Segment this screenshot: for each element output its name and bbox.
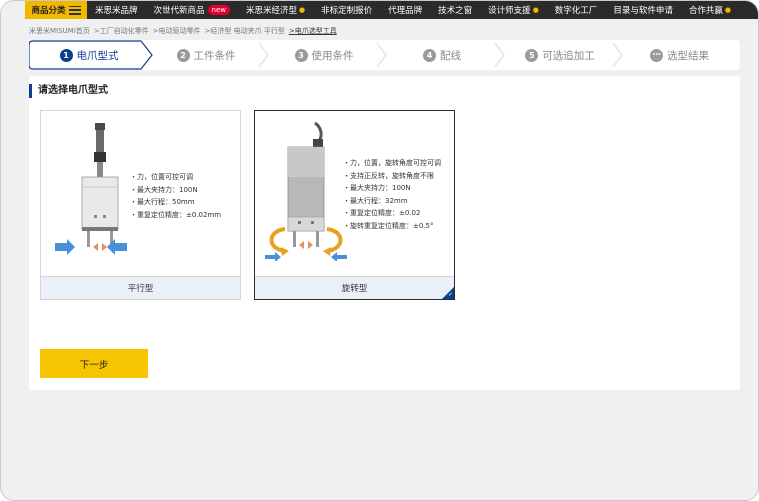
section-title: 请选择电爪型式 (29, 84, 108, 98)
dropdown-dot-icon: ● (532, 6, 539, 14)
spec-item: ・力，位置可控可调 (130, 173, 193, 181)
app-window: 商品分类 米思米品牌 次世代新商品 new 米思米经济型 ● 非标定制报价 代理品牌… (0, 0, 759, 501)
dropdown-dot-icon: ● (299, 6, 306, 14)
gripper-option-parallel[interactable]: ・力，位置可控可调 ・最大夹持力：100N ・最大行程：50mm ・重复定位精度… (40, 110, 241, 300)
step-1-gripper-type[interactable]: 1 电爪型式 (29, 40, 149, 70)
nav-item-catalog-software[interactable]: 目录与软件申请 (605, 1, 681, 19)
step-3-usage-conditions[interactable]: 3 使用条件 (265, 40, 383, 70)
spec-list: ・力，位置，旋转角度可控可调 ・支持正反转，旋转角度不限 ・最大夹持力：100N… (343, 157, 441, 232)
category-menu-button[interactable]: 商品分类 (25, 1, 87, 19)
breadcrumb-fa-parts[interactable]: >工厂自动化零件 (94, 26, 149, 36)
nav-item-label: 非标定制报价 (321, 6, 373, 16)
gripper-option-rotary[interactable]: ・力，位置，旋转角度可控可调 ・支持正反转，旋转角度不限 ・最大夹持力：100N… (254, 110, 455, 300)
nav-item-economy[interactable]: 米思米经济型 ● (238, 1, 313, 19)
nav-item-label: 设计师支援 (488, 6, 531, 16)
breadcrumb-gripper-parallel[interactable]: >经济型 电动夹爪 平行型 (205, 26, 285, 36)
spec-item: ・最大夹持力：100N (130, 185, 198, 194)
step-number-badge: 1 (59, 48, 73, 62)
nav-item-label: 米思米经济型 (246, 6, 298, 16)
step-2-workpiece-conditions[interactable]: 2 工件条件 (147, 40, 265, 70)
next-step-button[interactable]: 下一步 (40, 349, 148, 378)
spec-item: ・支持正反转，旋转角度不限 (343, 171, 434, 180)
nav-item-designer-support[interactable]: 设计师支援 ● (480, 1, 547, 19)
dropdown-dot-icon: ● (724, 6, 731, 14)
breadcrumb: 米思米MISUMI首页 >工厂自动化零件 >电动驱动零件 >经济型 电动夹爪 平… (29, 26, 337, 36)
spec-item: ・最大夹持力：100N (343, 184, 411, 192)
nav-item-label: 技术之窗 (438, 6, 473, 16)
step-label: 工件条件 (193, 49, 236, 62)
spec-item: ・重复定位精度：±0.02 (343, 209, 421, 217)
checkmark-icon: ✓ (447, 291, 453, 298)
category-label: 商品分类 (31, 6, 66, 16)
step-number-badge: 2 (176, 48, 190, 62)
main-panel: 请选择电爪型式 ・力，位置可控可调 ・最大夹持力：100N ・最大行程：50mm… (29, 76, 740, 390)
spec-item: ・最大行程：50mm (130, 198, 195, 206)
nav-item-agent-brands[interactable]: 代理品牌 (380, 1, 430, 19)
breadcrumb-home[interactable]: 米思米MISUMI首页 (29, 26, 90, 36)
step-5-optional-processing[interactable]: 5 可选追加工 (501, 40, 619, 70)
spec-item: ・力，位置，旋转角度可控可调 (343, 159, 441, 167)
more-dots-icon: ••• (650, 48, 663, 62)
step-number-badge: 5 (525, 48, 539, 62)
top-navigation: 商品分类 米思米品牌 次世代新商品 new 米思米经济型 ● 非标定制报价 代理品牌… (25, 1, 758, 19)
breadcrumb-electric-drive[interactable]: >电动驱动零件 (153, 26, 201, 36)
new-badge: new (207, 5, 230, 15)
nav-item-misumi-brand[interactable]: 米思米品牌 (87, 1, 146, 19)
spec-item: ・最大行程：32mm (343, 196, 408, 205)
step-label: 选型结果 (667, 49, 709, 62)
nav-item-tech-window[interactable]: 技术之窗 (430, 1, 480, 19)
nav-item-new-products[interactable]: 次世代新商品 new (146, 1, 238, 19)
spec-item: ・旋转重复定位精度：±0.5° (343, 221, 434, 230)
option-name: 平行型 (41, 276, 240, 299)
step-6-selection-result[interactable]: ••• 选型结果 (619, 40, 740, 70)
nav-item-label: 次世代新商品 (153, 6, 205, 16)
step-number-badge: 4 (423, 48, 436, 62)
step-progress-bar: 1 电爪型式 2 工件条件 3 使用条件 4 配线 5 可选追加工 ••• 选型… (29, 40, 740, 70)
step-label: 电爪型式 (76, 49, 119, 62)
step-4-wiring[interactable]: 4 配线 (383, 40, 501, 70)
step-label: 可选追加工 (542, 49, 595, 62)
nav-item-label: 合作共赢 (688, 6, 723, 16)
step-label: 配线 (440, 49, 461, 62)
hamburger-icon (68, 5, 81, 15)
nav-item-custom-quote[interactable]: 非标定制报价 (313, 1, 380, 19)
option-name: 旋转型 (255, 276, 454, 299)
step-number-badge: 3 (294, 48, 308, 62)
nav-item-label: 代理品牌 (388, 6, 423, 16)
rotary-gripper-illustration (265, 121, 347, 261)
spec-item: ・重复定位精度：±0.02mm (130, 210, 222, 219)
spec-list: ・力，位置可控可调 ・最大夹持力：100N ・最大行程：50mm ・重复定位精度… (130, 171, 221, 221)
nav-item-label: 米思米品牌 (95, 6, 138, 16)
breadcrumb-current: >电爪选型工具 (288, 27, 337, 35)
parallel-gripper-illustration (55, 123, 127, 255)
nav-item-partnership[interactable]: 合作共赢 ● (681, 1, 739, 19)
nav-item-label: 数字化工厂 (554, 6, 598, 16)
nav-item-label: 目录与软件申请 (613, 6, 673, 16)
nav-item-digital-factory[interactable]: 数字化工厂 (547, 1, 606, 19)
step-label: 使用条件 (311, 49, 354, 62)
